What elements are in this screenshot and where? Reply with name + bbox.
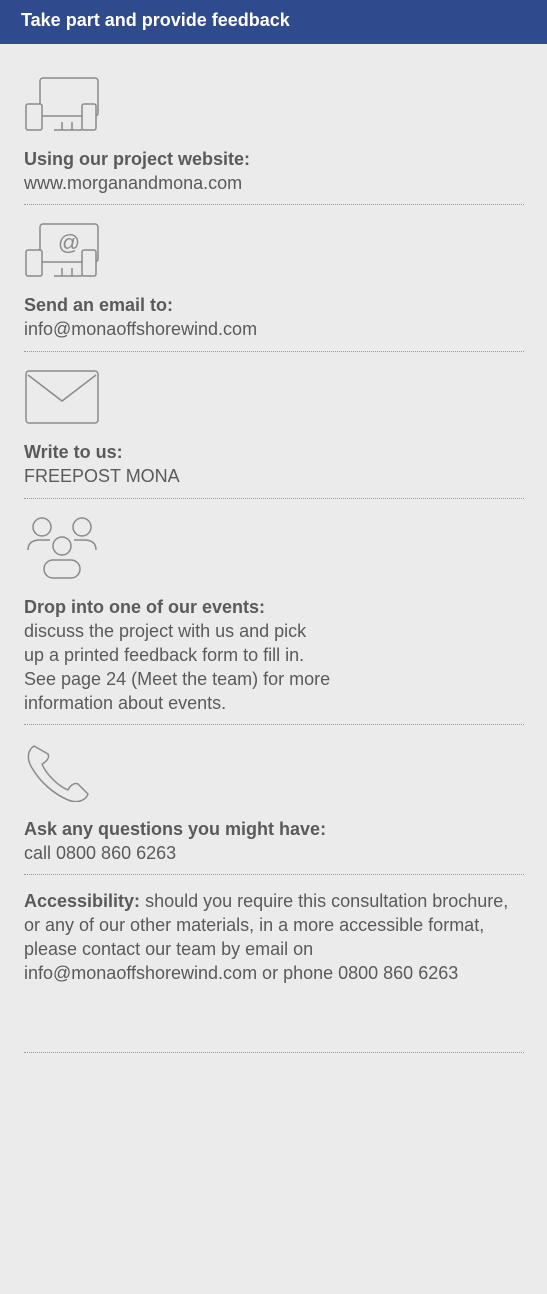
accessibility-label: Accessibility:	[24, 891, 141, 911]
panel-header: Take part and provide feedback	[0, 0, 547, 44]
svg-text:@: @	[58, 230, 80, 255]
email-devices-icon: @	[25, 223, 99, 277]
divider	[24, 1052, 524, 1053]
envelope-icon	[25, 370, 99, 424]
divider	[24, 204, 524, 205]
post-heading: Write to us:	[24, 442, 123, 462]
events-line: See page 24 (Meet the team) for more	[24, 669, 331, 689]
panel-title: Take part and provide feedback	[21, 10, 290, 30]
events-line: discuss the project with us and pick	[24, 621, 307, 641]
divider	[24, 498, 524, 499]
devices-icon	[25, 77, 99, 131]
people-icon	[27, 517, 97, 579]
phone-icon	[27, 745, 89, 802]
accessibility-note: Accessibility: should you require this c…	[24, 889, 524, 985]
phone-number[interactable]: call 0800 860 6263	[24, 841, 176, 865]
email-address[interactable]: info@monaoffshorewind.com	[24, 317, 257, 341]
events-line: up a printed feedback form to fill in.	[24, 645, 305, 665]
divider	[24, 724, 524, 725]
website-heading: Using our project website:	[24, 149, 251, 169]
events-line: information about events.	[24, 693, 227, 713]
post-address: FREEPOST MONA	[24, 466, 180, 486]
phone-heading: Ask any questions you might have:	[24, 819, 327, 839]
events-heading: Drop into one of our events:	[24, 597, 265, 617]
divider	[24, 351, 524, 352]
website-url[interactable]: www.morganandmona.com	[24, 171, 242, 195]
divider	[24, 874, 524, 875]
feedback-panel: Take part and provide feedback Using our…	[0, 0, 547, 1294]
email-heading: Send an email to:	[24, 295, 174, 315]
